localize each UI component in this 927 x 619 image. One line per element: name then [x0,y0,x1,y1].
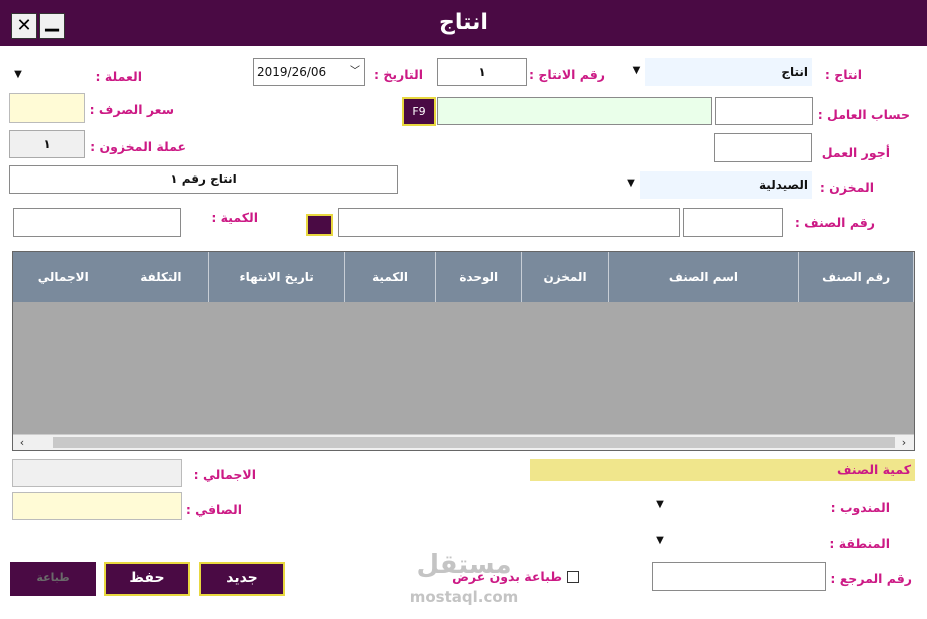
column-header[interactable]: الكمية [345,252,437,302]
worker-account-code-input[interactable] [715,97,813,125]
reference-no-label: رقم المرجع : [830,571,912,586]
delegate-dropdown[interactable]: ▼ [652,492,668,518]
quantity-label: الكمية : [211,210,258,225]
chevron-down-icon: ﹀ [350,66,360,77]
column-header[interactable]: تاريخ الانتهاء [209,252,346,302]
close-button[interactable]: ✕ [11,13,37,39]
column-header[interactable]: المخزن [522,252,609,302]
items-table: رقم الصنف اسم الصنف المخزن الوحدة الكمية… [12,251,915,451]
exchange-rate-input[interactable] [9,93,85,123]
close-icon: ✕ [16,15,32,36]
store-select[interactable]: الصيدلية [640,171,812,199]
region-label: المنطقة : [829,536,890,551]
new-button[interactable]: جديد [199,562,285,596]
chevron-down-icon: ▼ [656,535,664,546]
column-header[interactable]: اسم الصنف [608,252,800,302]
date-value: 2019/26/06 [257,65,327,79]
column-header[interactable]: الاجمالي [13,252,114,302]
item-no-label: رقم الصنف : [794,215,875,230]
production-no-input[interactable]: ١ [437,58,527,86]
reference-no-input[interactable] [652,562,826,591]
region-dropdown[interactable]: ▼ [652,528,668,554]
window-title: انتاج [439,10,488,35]
minimize-button[interactable]: ▁ [39,13,65,39]
production-no-label: رقم الانتاج : [529,67,605,82]
column-header[interactable]: الوحدة [436,252,523,302]
print-without-preview-checkbox[interactable] [567,571,579,583]
item-name-input[interactable] [338,208,680,237]
column-header[interactable]: التكلفة [113,252,210,302]
production-type-select[interactable]: انتاج [645,58,812,86]
save-button[interactable]: حفظ [104,562,190,596]
stock-currency-label: عملة المخزون : [90,139,186,154]
chevron-down-icon: ▼ [627,178,635,189]
item-no-input[interactable] [683,208,783,237]
quantity-input[interactable] [13,208,181,237]
store-label: المخزن : [819,180,874,195]
delegate-label: المندوب : [830,500,890,515]
table-body [13,302,914,434]
worker-account-name-input[interactable] [437,97,712,125]
item-quantity-label: كمية الصنف [837,462,911,477]
minimize-icon: ▁ [45,11,59,32]
scroll-thumb[interactable] [53,437,895,448]
item-search-button[interactable] [306,214,333,236]
currency-dropdown[interactable]: ▼ [10,62,26,88]
watermark-brand: مستقل [416,550,512,580]
f9-lookup-button[interactable]: F9 [402,97,436,126]
item-quantity-bar: كمية الصنف [530,459,915,481]
column-header[interactable]: رقم الصنف [799,252,914,302]
labor-cost-input[interactable] [714,133,812,162]
chevron-down-icon: ▼ [632,65,641,76]
stock-currency-input[interactable]: ١ [9,130,85,158]
print-button[interactable]: طباعة [10,562,96,596]
watermark-site: mostaql.com [409,588,519,606]
net-label: الصافي : [185,502,242,517]
total-input [12,459,182,487]
date-picker[interactable]: 2019/26/06 ﹀ [253,58,365,86]
total-label: الاجمالي : [193,467,256,482]
table-header: رقم الصنف اسم الصنف المخزن الوحدة الكمية… [13,252,914,302]
chevron-down-icon: ▼ [14,69,22,80]
worker-account-label: حساب العامل : [817,107,910,122]
chevron-down-icon: ▼ [656,499,664,510]
currency-label: العملة : [95,69,142,84]
store-dropdown[interactable]: ▼ [623,171,639,199]
production-name-input[interactable]: انتاج رقم ١ [9,165,398,194]
horizontal-scrollbar[interactable]: ‹ › [13,434,914,450]
exchange-rate-label: سعر الصرف : [89,102,174,117]
scroll-left-icon[interactable]: ‹ [15,436,29,450]
net-input [12,492,182,520]
date-label: التاريخ : [373,67,423,82]
production-type-dropdown[interactable]: ▼ [629,58,644,86]
labor-cost-label: أجور العمل [821,145,890,160]
scroll-right-icon[interactable]: › [897,436,911,450]
